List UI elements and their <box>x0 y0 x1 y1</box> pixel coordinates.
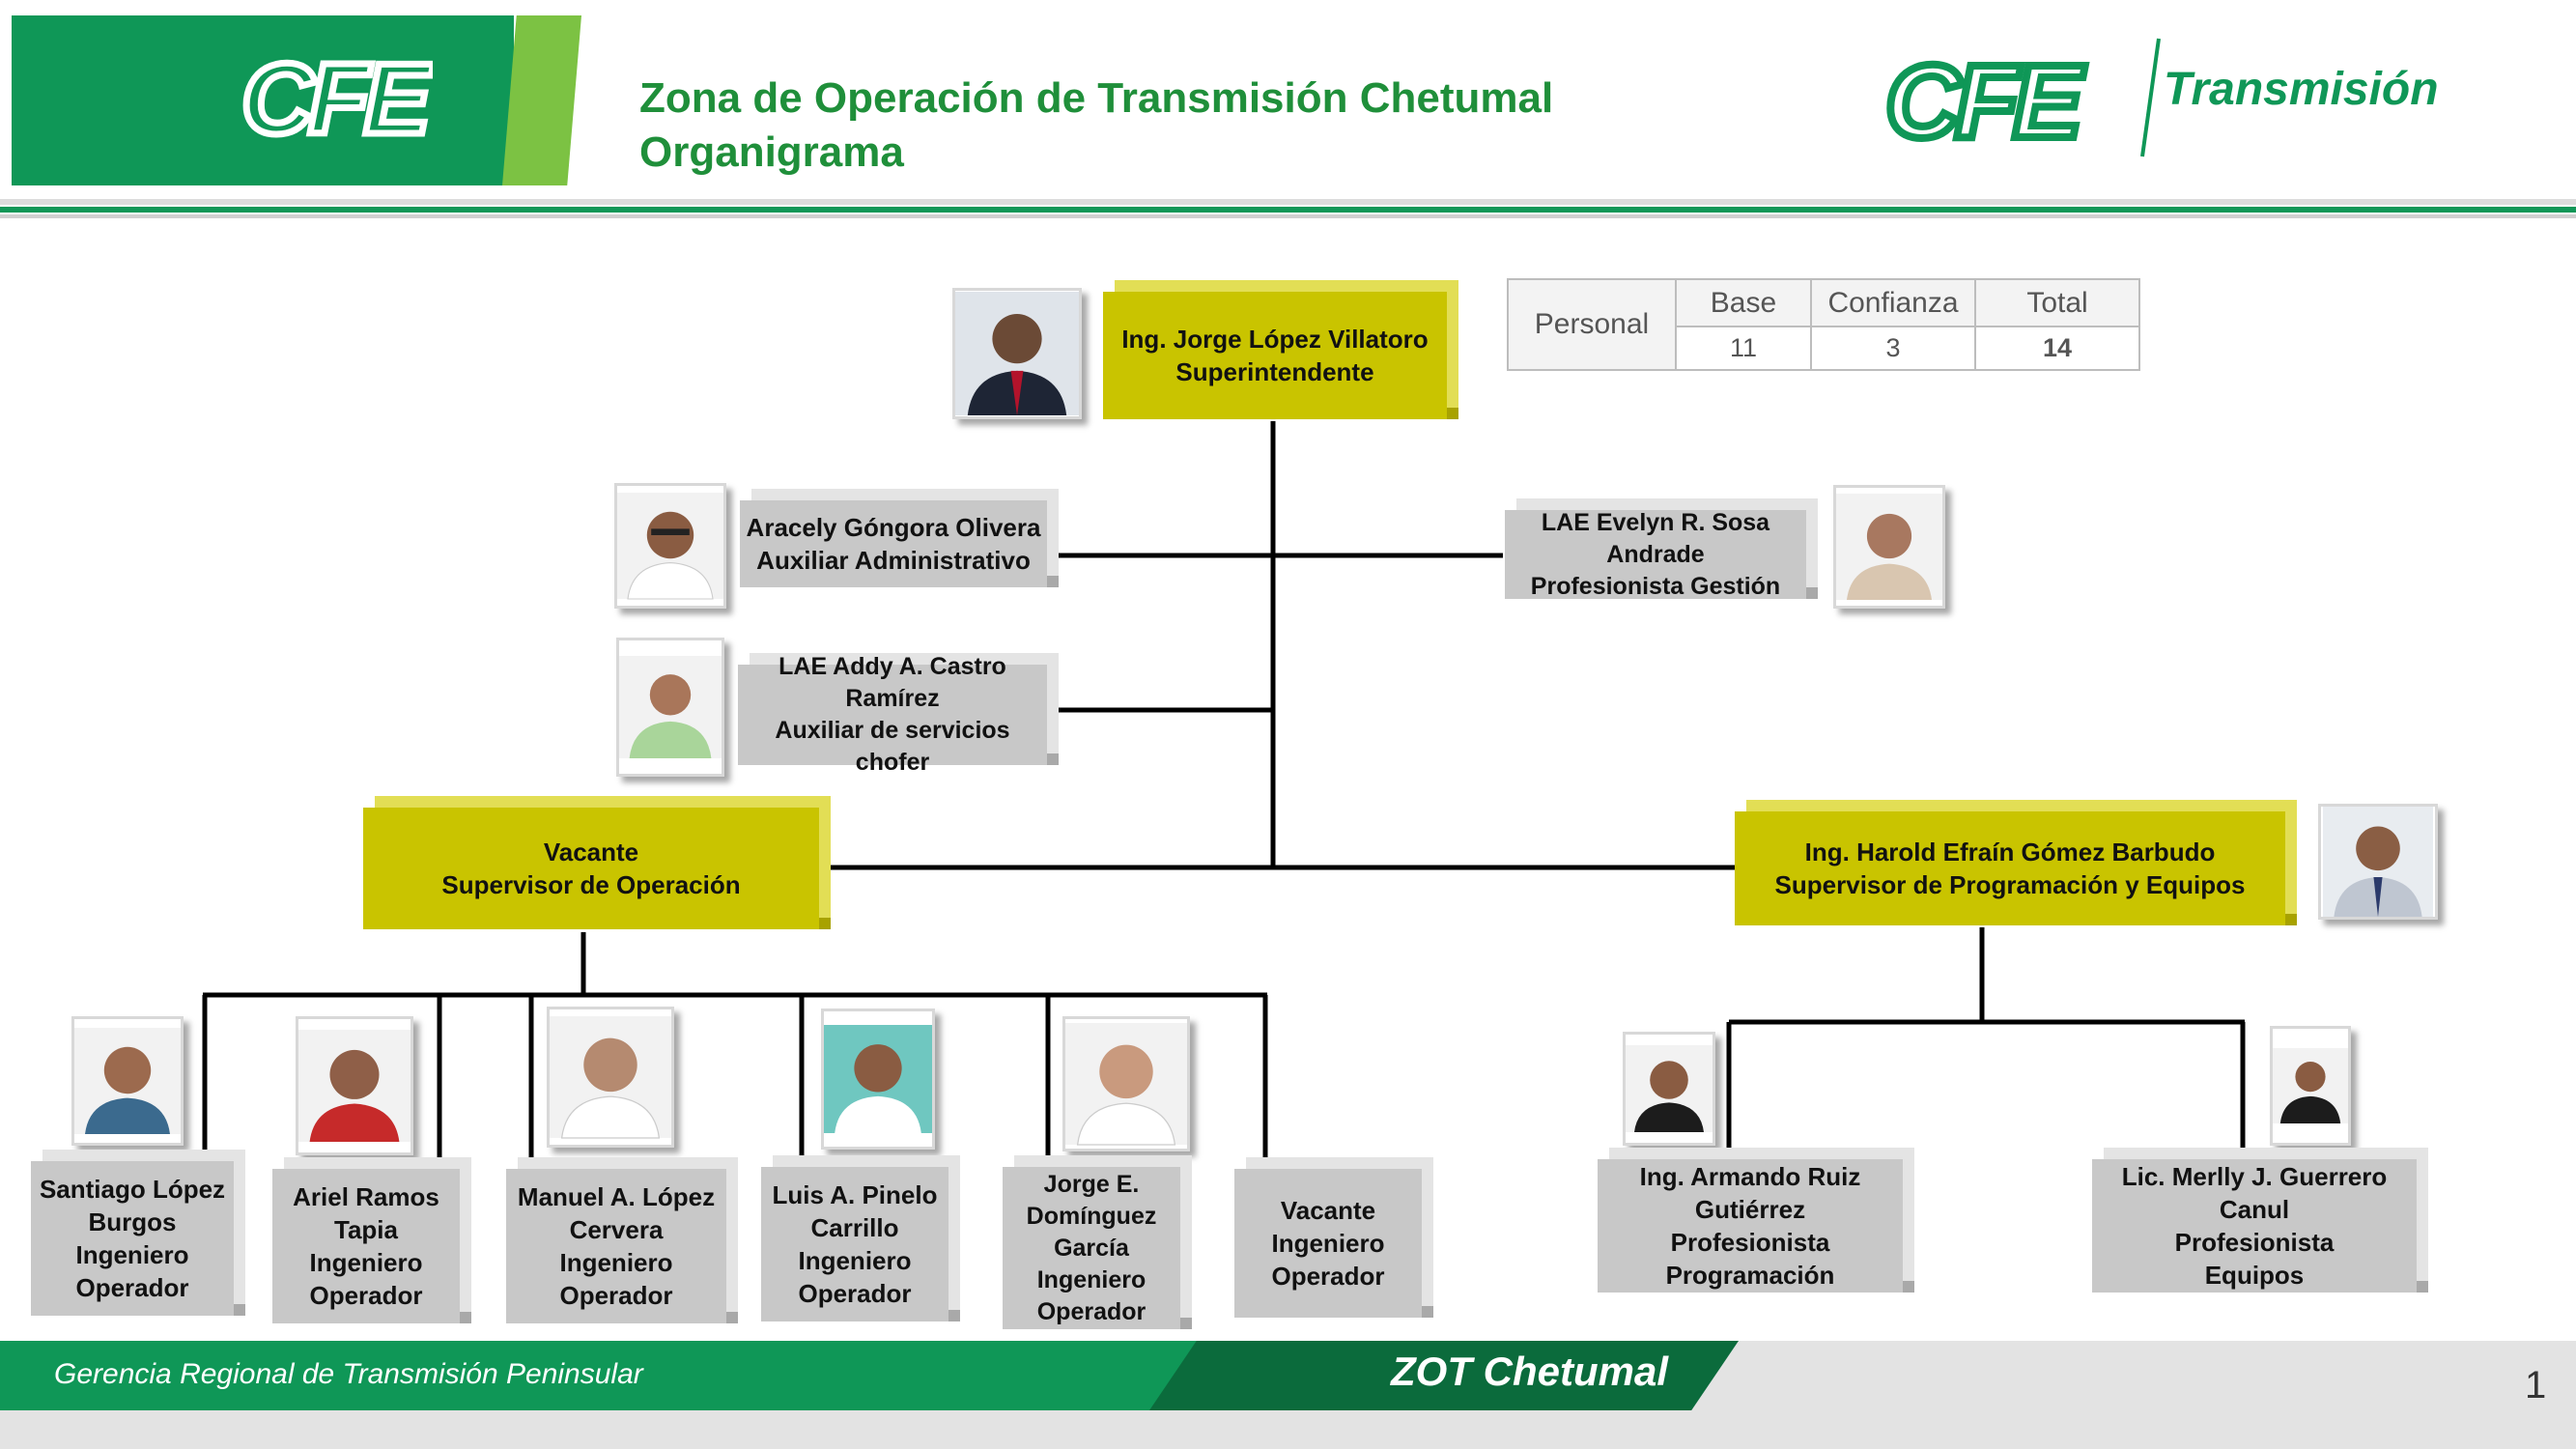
operator-5-line4: Ingeniero <box>1036 1265 1146 1293</box>
operator-1-line2: Burgos <box>88 1208 177 1236</box>
avatar-sup-programacion <box>2318 804 2438 920</box>
avatar-operator-2 <box>296 1016 413 1155</box>
operator-6-line1: Vacante <box>1280 1196 1376 1225</box>
avatar-aux-admin <box>614 483 726 609</box>
box-aux-services: LAE Addy A. Castro Ramírez Auxiliar de se… <box>738 653 1047 776</box>
sup-programacion-role: Supervisor de Programación y Equipos <box>1774 870 2246 899</box>
avatar-prof-gestion <box>1833 485 1945 609</box>
box-sup-operacion: Vacante Supervisor de Operación <box>363 808 819 929</box>
box-operator-3: Manuel A. López Cervera Ingeniero Operador <box>506 1169 726 1323</box>
prog-2-line1: Lic. Merlly J. Guerrero Canul <box>2121 1162 2388 1224</box>
prog-2-line3: Equipos <box>2204 1261 2305 1290</box>
box-operator-4: Luis A. Pinelo Carrillo Ingeniero Operador <box>761 1167 948 1321</box>
prog-1-line1: Ing. Armando Ruiz <box>1639 1162 1861 1191</box>
operator-5-line3: García <box>1054 1234 1129 1262</box>
avatar-operator-3 <box>547 1007 674 1148</box>
sup-operacion-role: Supervisor de Operación <box>441 870 741 899</box>
superintendent-name: Ing. Jorge López Villatoro <box>1121 325 1429 354</box>
staff-summary-table: Personal Base Confianza Total 11 3 14 <box>1507 277 2140 371</box>
operator-1-line1: Santiago López <box>39 1175 226 1204</box>
operator-5-line5: Operador <box>1036 1297 1146 1325</box>
box-prog-2: Lic. Merlly J. Guerrero Canul Profesionis… <box>2092 1159 2417 1293</box>
table-header-total: Total <box>1974 277 2140 328</box>
prog-1-line3: Profesionista Programación <box>1665 1228 1835 1290</box>
prog-1-line2: Gutiérrez <box>1694 1195 1806 1224</box>
box-operator-2: Ariel Ramos Tapia Ingeniero Operador <box>272 1169 460 1323</box>
operator-2-line2: Tapia <box>334 1215 398 1244</box>
box-aux-admin: Aracely Góngora Olivera Auxiliar Administ… <box>740 500 1047 587</box>
avatar-aux-services <box>616 638 724 777</box>
avatar-operator-1 <box>71 1016 184 1146</box>
avatar-operator-5 <box>1062 1016 1190 1151</box>
aux-admin-role: Auxiliar Administrativo <box>756 546 1031 575</box>
table-cell-confianza: 3 <box>1810 326 1976 371</box>
footer-org-name: Gerencia Regional de Transmisión Peninsu… <box>54 1358 643 1390</box>
avatar-operator-4 <box>821 1009 935 1150</box>
operator-4-line2: Carrillo <box>810 1213 899 1242</box>
box-sup-programacion: Ing. Harold Efraín Gómez Barbudo Supervis… <box>1735 811 2285 925</box>
operator-5-line1: Jorge E. <box>1043 1170 1140 1198</box>
table-header-base: Base <box>1675 277 1812 328</box>
box-operator-5: Jorge E. Domínguez García Ingeniero Operador <box>1003 1167 1180 1329</box>
avatar-prog-2 <box>2270 1026 2351 1146</box>
box-operator-1: Santiago López Burgos Ingeniero Operador <box>31 1161 234 1316</box>
prof-gestion-name1: LAE Evelyn R. Sosa <box>1541 508 1770 536</box>
operator-3-line1: Manuel A. López <box>517 1182 716 1211</box>
operator-3-line4: Operador <box>559 1281 673 1310</box>
aux-services-name: LAE Addy A. Castro Ramírez <box>778 653 1006 712</box>
table-cell-base: 11 <box>1675 326 1812 371</box>
operator-3-line3: Ingeniero <box>559 1248 673 1277</box>
aux-admin-name: Aracely Góngora Olivera <box>746 513 1041 542</box>
box-operator-6: Vacante Ingeniero Operador <box>1234 1169 1422 1318</box>
operator-6-line3: Operador <box>1271 1262 1385 1291</box>
operator-1-line3: Ingeniero <box>75 1240 189 1269</box>
operator-2-line1: Ariel Ramos <box>293 1182 439 1211</box>
footer-zone-name: ZOT Chetumal <box>1391 1349 1669 1394</box>
aux-services-role2: chofer <box>855 749 930 776</box>
operator-2-line4: Operador <box>309 1281 423 1310</box>
operator-3-line2: Cervera <box>569 1215 664 1244</box>
page-number: 1 <box>2525 1364 2547 1406</box>
operator-4-line4: Operador <box>798 1279 912 1308</box>
sup-operacion-name: Vacante <box>543 838 639 867</box>
table-row-label: Personal <box>1507 278 1677 371</box>
avatar-prog-1 <box>1623 1032 1715 1146</box>
operator-6-line2: Ingeniero <box>1271 1229 1385 1258</box>
operator-4-line3: Ingeniero <box>798 1246 912 1275</box>
table-cell-total: 14 <box>1974 326 2140 371</box>
table-header-confianza: Confianza <box>1810 277 1976 328</box>
avatar-superintendent <box>952 288 1082 419</box>
sup-programacion-name: Ing. Harold Efraín Gómez Barbudo <box>1804 838 2216 867</box>
operator-1-line4: Operador <box>75 1273 189 1302</box>
prof-gestion-role: Profesionista Gestión <box>1530 572 1781 600</box>
box-prof-gestion: LAE Evelyn R. Sosa Andrade Profesionista G… <box>1505 508 1806 600</box>
operator-2-line3: Ingeniero <box>309 1248 423 1277</box>
box-superintendent: Ing. Jorge López Villatoro Superintendent… <box>1103 292 1447 419</box>
operator-5-line2: Domínguez <box>1026 1202 1157 1230</box>
prog-2-line2: Profesionista <box>2174 1228 2335 1257</box>
prof-gestion-name2: Andrade <box>1606 540 1705 568</box>
operator-4-line1: Luis A. Pinelo <box>772 1180 938 1209</box>
aux-services-role: Auxiliar de servicios <box>775 717 1010 744</box>
superintendent-role: Superintendente <box>1175 357 1374 386</box>
box-prog-1: Ing. Armando Ruiz Gutiérrez Profesionista … <box>1598 1159 1903 1293</box>
